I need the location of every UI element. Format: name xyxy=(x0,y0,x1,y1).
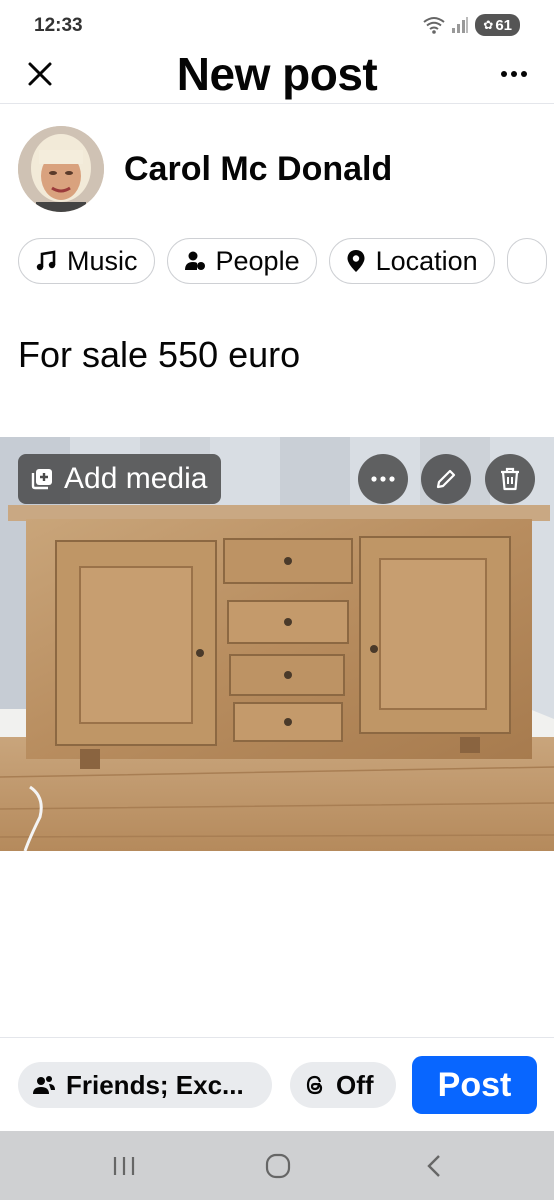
more-horizontal-icon xyxy=(371,476,395,482)
post-button[interactable]: Post xyxy=(412,1056,537,1114)
music-note-icon xyxy=(36,250,56,271)
chip-people-label: People xyxy=(215,245,300,276)
post-text[interactable]: For sale 550 euro xyxy=(18,334,300,376)
people-icon xyxy=(184,251,205,270)
more-options-button[interactable] xyxy=(496,56,532,92)
header: New post xyxy=(0,48,554,104)
page-title: New post xyxy=(176,48,378,100)
battery-level: 61 xyxy=(495,16,512,34)
more-horizontal-icon xyxy=(501,71,527,77)
new-post-screen: 12:33 ✿ 61 New post Carol Mc Donald Musi… xyxy=(0,0,554,1200)
trash-icon xyxy=(501,467,519,491)
threads-label: Off xyxy=(336,1069,374,1100)
wifi-icon xyxy=(423,17,445,34)
battery-indicator: ✿ 61 xyxy=(475,14,520,36)
status-icons: ✿ 61 xyxy=(423,14,520,36)
photo-edit-button[interactable] xyxy=(421,454,471,504)
add-media-label: Add media xyxy=(64,462,208,495)
chip-more[interactable] xyxy=(506,238,547,284)
status-time: 12:33 xyxy=(34,15,83,36)
chip-location-label: Location xyxy=(375,245,478,276)
recent-apps-button[interactable] xyxy=(104,1149,144,1183)
add-media-icon xyxy=(31,469,52,490)
home-button[interactable] xyxy=(258,1149,298,1183)
photo-more-button[interactable] xyxy=(358,454,408,504)
home-icon xyxy=(265,1153,291,1179)
back-icon xyxy=(427,1155,440,1177)
chip-music[interactable]: Music xyxy=(18,238,155,284)
add-media-button[interactable]: Add media xyxy=(18,454,222,504)
audience-selector[interactable]: Friends; Exc... xyxy=(18,1062,272,1108)
friends-icon xyxy=(33,1076,55,1094)
system-navigation-bar xyxy=(0,1131,554,1200)
chip-people[interactable]: People xyxy=(166,238,317,284)
threads-share-toggle[interactable]: Off xyxy=(290,1062,396,1108)
author-name: Carol Mc Donald xyxy=(124,149,393,188)
chip-music-label: Music xyxy=(67,245,138,276)
status-bar: 12:33 ✿ 61 xyxy=(0,0,554,48)
threads-icon xyxy=(306,1075,323,1095)
chip-location[interactable]: Location xyxy=(328,238,495,284)
back-button[interactable] xyxy=(414,1149,454,1183)
attached-photo[interactable]: Add media xyxy=(0,437,554,851)
bottom-action-bar: Friends; Exc... Off Post xyxy=(0,1037,554,1131)
pencil-icon xyxy=(436,469,456,489)
photo-delete-button[interactable] xyxy=(485,454,535,504)
avatar[interactable] xyxy=(18,126,104,212)
avatar-image xyxy=(18,126,104,212)
audience-label: Friends; Exc... xyxy=(66,1069,244,1100)
recent-apps-icon xyxy=(113,1157,135,1175)
location-pin-icon xyxy=(347,250,365,272)
post-options-chips: Music People Location xyxy=(18,238,554,286)
leaf-icon: ✿ xyxy=(483,18,494,32)
author-row: Carol Mc Donald xyxy=(18,124,392,214)
signal-icon xyxy=(452,17,469,33)
